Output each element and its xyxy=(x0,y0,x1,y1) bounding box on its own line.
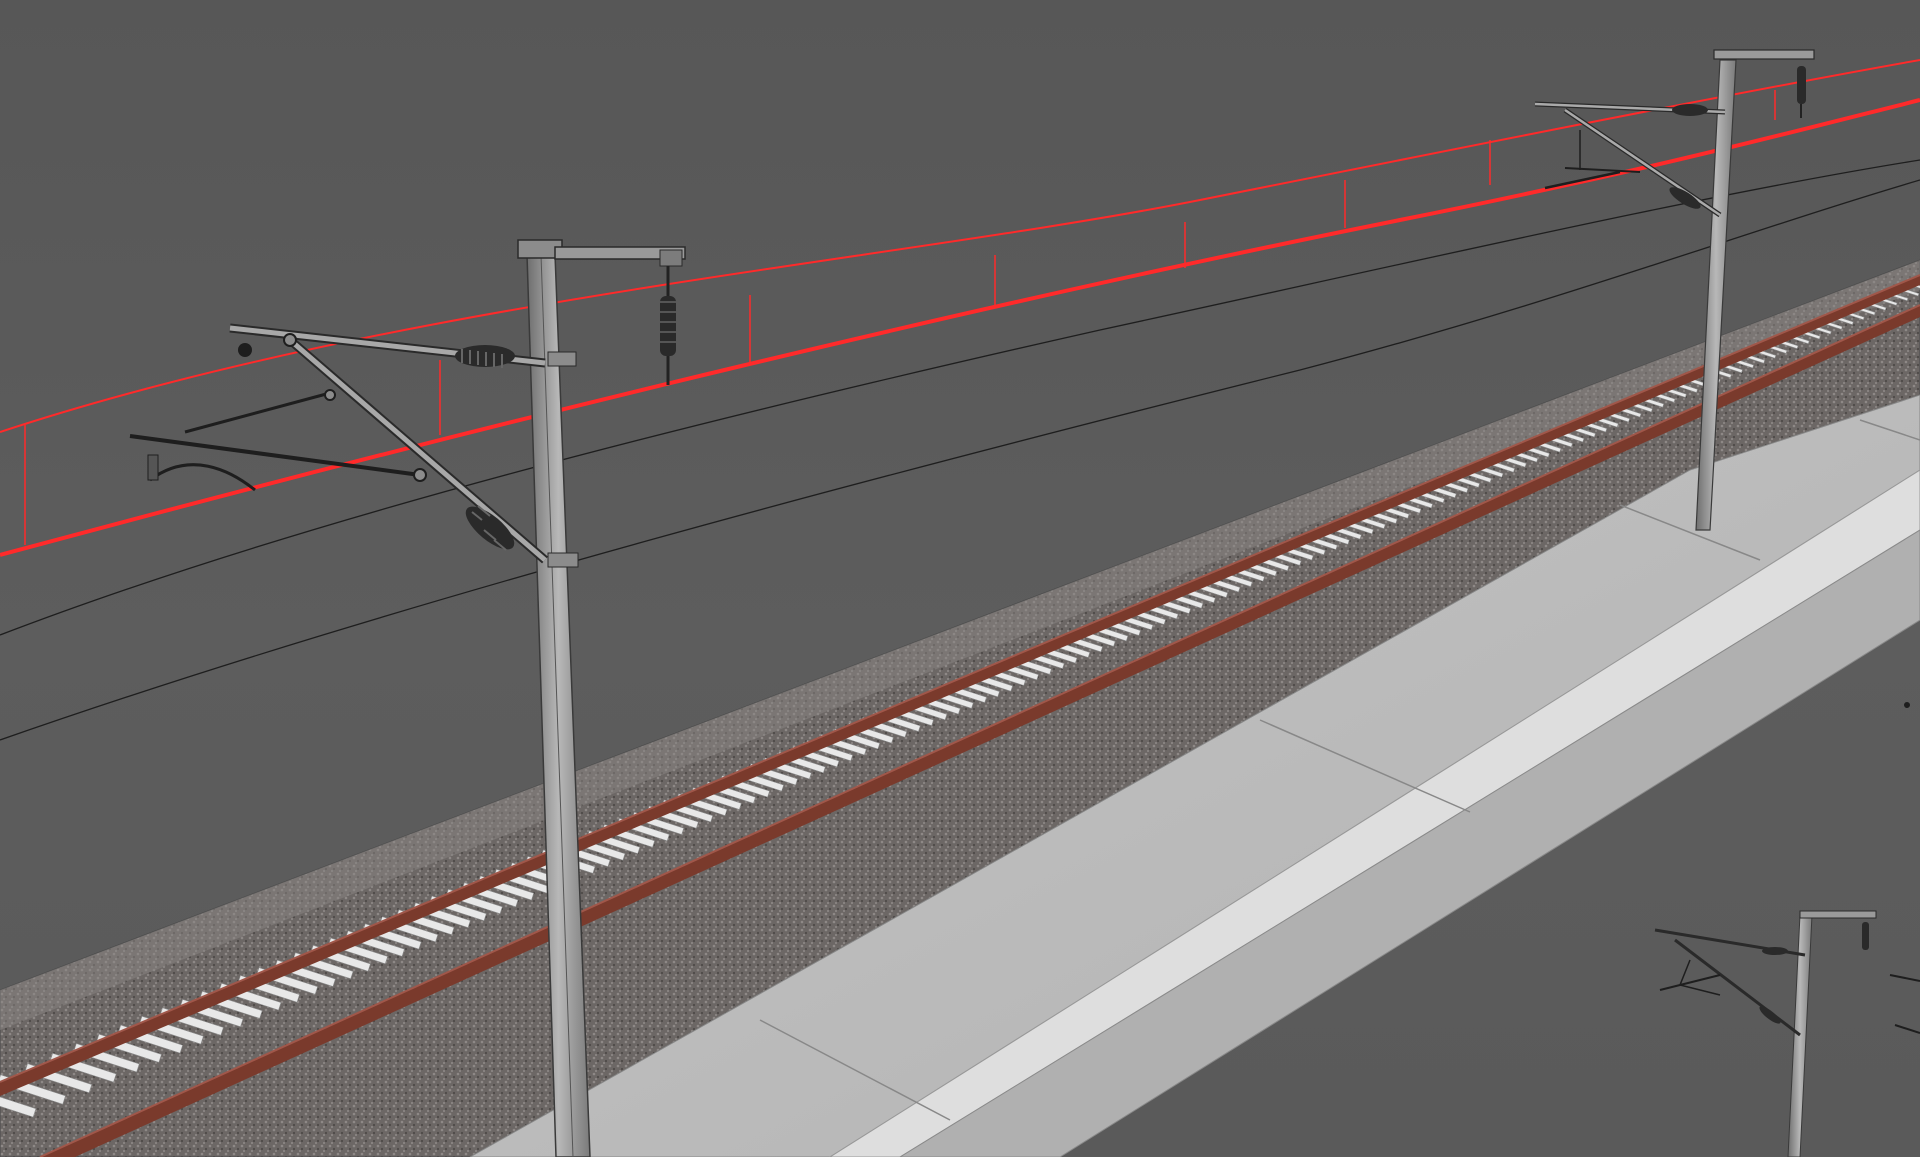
insulator-icon xyxy=(1862,922,1869,950)
insulator-icon xyxy=(1797,66,1806,118)
insulator-icon xyxy=(455,345,515,368)
registration-arm xyxy=(1544,170,1621,190)
insulator-icon xyxy=(1672,104,1708,116)
steady-arm xyxy=(149,463,256,492)
3d-viewport[interactable] xyxy=(0,0,1920,1157)
insulator-icon xyxy=(1759,1006,1781,1024)
cross-arm xyxy=(1799,910,1877,919)
insulator-icon xyxy=(1762,947,1788,955)
overhead-catenary-mast-distant[interactable] xyxy=(1654,702,1920,1157)
partial-cantilever xyxy=(1889,974,1920,1034)
cross-arm xyxy=(1713,49,1815,60)
railway-scene[interactable] xyxy=(0,0,1920,1157)
